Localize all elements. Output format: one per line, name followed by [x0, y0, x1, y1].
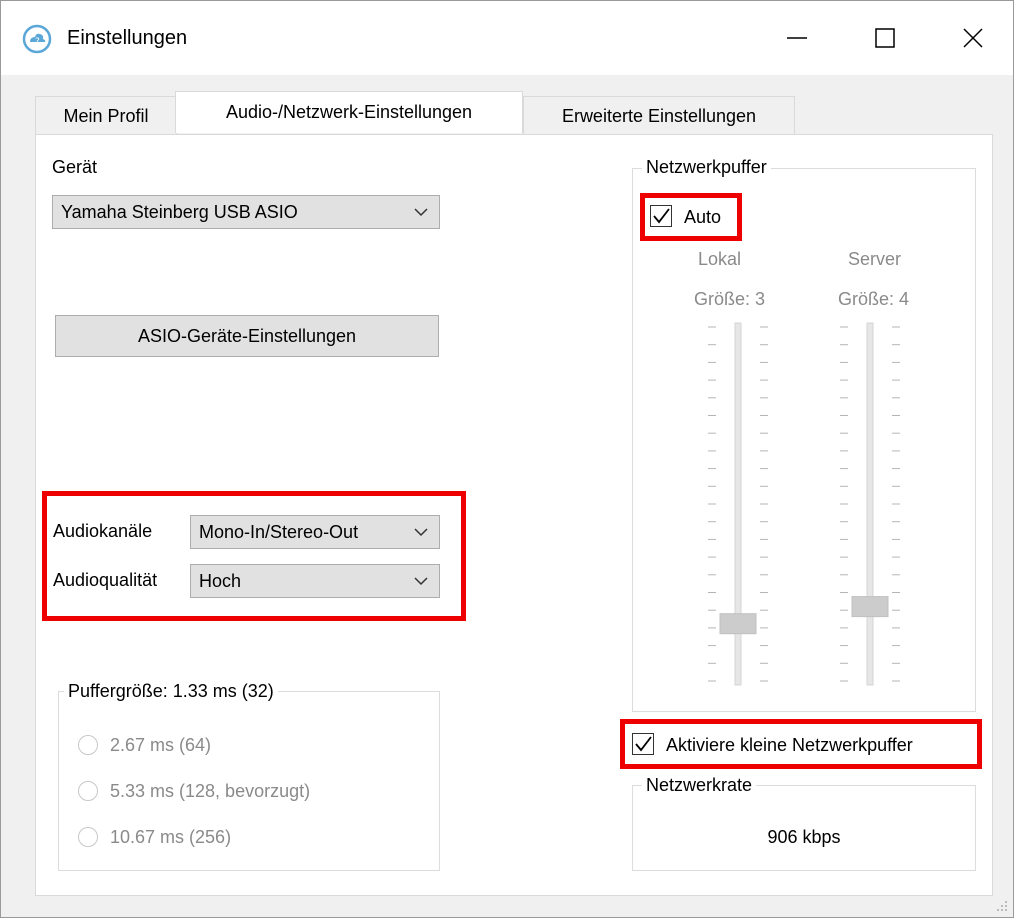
tab-panel: Gerät Yamaha Steinberg USB ASIO ASIO-Ger… — [35, 134, 993, 896]
network-buffer-sliders — [708, 322, 900, 686]
buffer-option-128-label: 5.33 ms (128, bevorzugt) — [110, 781, 311, 801]
chevron-down-icon — [414, 528, 428, 537]
close-button[interactable] — [929, 1, 1014, 75]
audio-channels-value: Mono-In/Stereo-Out — [199, 521, 359, 542]
audio-quality-select[interactable]: Hoch — [190, 564, 440, 598]
tab-audio-network[interactable]: Audio-/Netzwerk-Einstellungen — [175, 91, 523, 133]
settings-window: ? Einstellungen Mein Profil Audio-/Netzw… — [0, 0, 1014, 918]
server-buffer-slider[interactable] — [840, 322, 900, 686]
server-label: Server — [848, 249, 902, 269]
network-rate-title: Netzwerkrate — [642, 775, 757, 796]
device-select-value: Yamaha Steinberg USB ASIO — [61, 201, 298, 222]
title-bar[interactable]: ? Einstellungen — [1, 1, 1013, 75]
buffer-option-128-radio[interactable] — [78, 781, 98, 801]
window-title: Einstellungen — [67, 27, 188, 49]
audio-channels-label: Audiokanäle — [53, 521, 153, 541]
network-rate-value: 906 kbps — [767, 827, 841, 847]
server-size-label: Größe: 4 — [838, 289, 910, 309]
minimize-button[interactable] — [753, 1, 841, 75]
local-slider-thumb[interactable] — [719, 613, 757, 635]
buffer-option-64-radio[interactable] — [78, 735, 98, 755]
device-select[interactable]: Yamaha Steinberg USB ASIO — [52, 195, 440, 229]
local-label: Lokal — [698, 249, 742, 269]
buffer-size-title: Puffergröße: 1.33 ms (32) — [64, 681, 278, 702]
chevron-down-icon — [414, 577, 428, 586]
server-slider-thumb[interactable] — [851, 596, 889, 618]
close-icon — [963, 28, 983, 48]
svg-text:?: ? — [35, 37, 40, 47]
tab-advanced-settings[interactable]: Erweiterte Einstellungen — [523, 96, 795, 136]
device-label: Gerät — [52, 157, 98, 177]
resize-grip-icon[interactable] — [995, 899, 1009, 913]
buffer-option-256-label: 10.67 ms (256) — [110, 827, 232, 847]
asio-settings-button[interactable]: ASIO-Geräte-Einstellungen — [55, 315, 439, 357]
app-cloud-icon: ? — [22, 24, 52, 54]
tab-my-profile[interactable]: Mein Profil — [35, 96, 177, 136]
server-slider-track — [866, 322, 874, 686]
audio-quality-label: Audioqualität — [53, 570, 158, 590]
local-size-label: Größe: 3 — [694, 289, 766, 309]
chevron-down-icon — [414, 208, 428, 217]
audio-quality-value: Hoch — [199, 570, 242, 591]
buffer-option-64-label: 2.67 ms (64) — [110, 735, 212, 755]
small-buffers-checkbox[interactable] — [632, 733, 654, 755]
local-buffer-slider[interactable] — [708, 322, 768, 686]
maximize-button[interactable] — [841, 1, 929, 75]
audio-channels-select[interactable]: Mono-In/Stereo-Out — [190, 515, 440, 549]
auto-label: Auto — [684, 207, 722, 227]
minimize-icon — [787, 37, 807, 39]
highlight-audio-settings — [42, 491, 466, 621]
small-buffers-label: Aktiviere kleine Netzwerkpuffer — [666, 735, 913, 755]
network-buffer-title: Netzwerkpuffer — [642, 157, 771, 178]
checkmark-icon — [635, 736, 652, 752]
buffer-option-256-radio[interactable] — [78, 827, 98, 847]
auto-checkbox[interactable] — [650, 205, 672, 227]
checkmark-icon — [653, 208, 670, 224]
maximize-icon — [875, 28, 895, 48]
